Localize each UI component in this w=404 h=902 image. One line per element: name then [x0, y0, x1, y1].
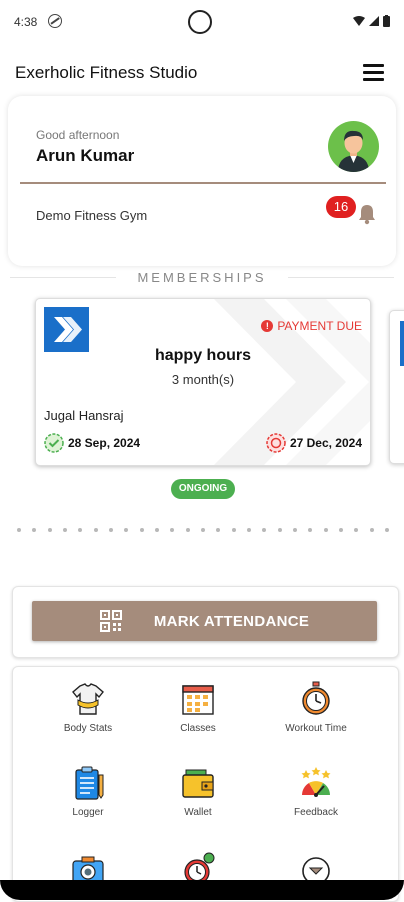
trainer-name: Jugal Hansraj [44, 408, 124, 423]
battery-icon [383, 15, 390, 27]
qr-code-icon [99, 610, 122, 632]
alert-icon: ! [261, 320, 274, 332]
menu-item-body-stats[interactable]: Body Stats [33, 681, 143, 734]
calendar-classes-icon [182, 685, 214, 715]
plan-duration: 3 month(s) [171, 372, 235, 387]
menu-item-workout-time[interactable]: Workout Time [261, 681, 371, 734]
section-line-right [288, 277, 394, 278]
plan-name: happy hours [154, 347, 251, 364]
menu-item-label: Feedback [294, 807, 338, 818]
stopwatch-icon [302, 681, 330, 715]
menu-item-feedback[interactable]: Feedback [261, 765, 371, 818]
menu-item-label: Body Stats [63, 723, 113, 734]
signal-icon [369, 16, 379, 26]
start-date: 28 Sep, 2024 [44, 433, 140, 453]
memberships-section-header: MEMBERSHIPS [10, 270, 394, 286]
membership-card[interactable]: ! PAYMENT DUE happy hours 3 month(s) Jug… [35, 298, 371, 466]
app-title: Exerholic Fitness Studio [15, 63, 198, 82]
menu-item-wallet[interactable]: Wallet [143, 765, 253, 818]
menu-item-logger[interactable]: Logger [33, 765, 143, 818]
user-avatar-icon [338, 130, 369, 172]
start-date-text: 28 Sep, 2024 [68, 436, 141, 450]
app-bar: Exerholic Fitness Studio [0, 44, 404, 100]
wallet-icon [182, 769, 214, 798]
mark-attendance-label: MARK ATTENDANCE [153, 612, 310, 630]
menu-item-label: Classes [180, 723, 216, 734]
payment-due-label: PAYMENT DUE [277, 319, 362, 333]
menu-item-classes[interactable]: Classes [143, 681, 253, 734]
start-check-icon [44, 433, 64, 453]
payment-due-status: ! PAYMENT DUE [261, 319, 362, 333]
clipboard-icon [75, 766, 104, 800]
rating-gauge-icon [301, 767, 331, 797]
end-date: 27 Dec, 2024 [266, 433, 362, 453]
do-not-disturb-icon [48, 14, 62, 28]
avatar[interactable] [328, 121, 379, 172]
double-chevron-logo-icon [54, 317, 82, 342]
tshirt-measure-icon [72, 683, 104, 715]
user-name: Arun Kumar [36, 146, 135, 165]
notification-count-badge: 16 [326, 196, 356, 218]
page-indicator [17, 528, 389, 532]
status-time: 4:38 [14, 15, 38, 29]
profile-divider [20, 182, 386, 184]
menu-item-label: Logger [72, 807, 104, 818]
quick-menu-grid: Body Stats Classes Workout Time Logger W… [12, 666, 399, 902]
bell-icon[interactable] [357, 203, 377, 225]
profile-card [8, 96, 396, 266]
gym-logo [44, 307, 89, 352]
greeting-text: Good afternoon [36, 128, 120, 142]
camera-cutout [188, 10, 212, 34]
system-icons [353, 15, 390, 27]
end-date-text: 27 Dec, 2024 [289, 436, 362, 450]
end-seal-icon [266, 433, 286, 453]
bottom-edge [0, 880, 404, 900]
mark-attendance-button[interactable]: MARK ATTENDANCE [32, 601, 377, 641]
ongoing-badge: ONGOING [171, 479, 235, 499]
wifi-icon [353, 16, 365, 26]
menu-item-label: Wallet [184, 807, 212, 818]
menu-item-label: Workout Time [285, 723, 347, 734]
status-bar: 4:38 [0, 0, 404, 44]
hamburger-menu-icon[interactable] [363, 64, 384, 81]
gym-name[interactable]: Demo Fitness Gym [36, 208, 147, 223]
next-membership-card[interactable] [389, 310, 404, 464]
